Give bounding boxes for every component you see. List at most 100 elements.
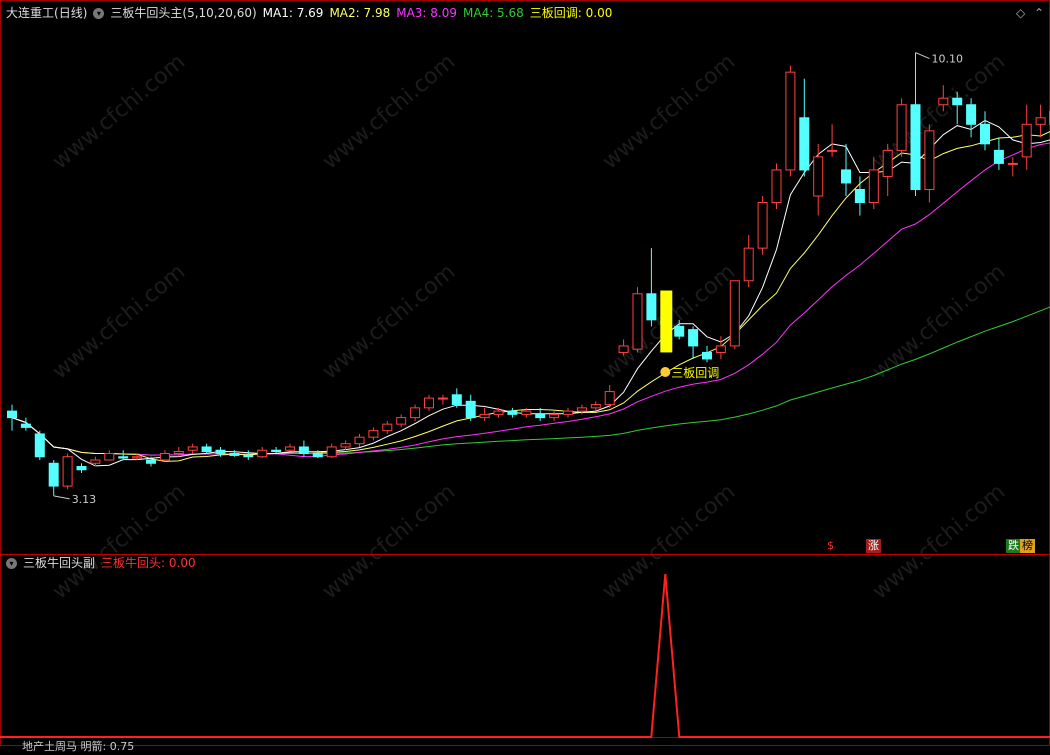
candle-body [312, 452, 323, 458]
collapse-icon[interactable]: ⌃ [1034, 6, 1044, 20]
candle-body [563, 410, 573, 415]
candle-body [243, 454, 254, 458]
candle-body [924, 130, 935, 190]
candle-body [271, 449, 282, 453]
watermark-text: www.cfchi.com [598, 49, 740, 174]
candle-body [813, 156, 824, 197]
sub-indicator-value: 三板牛回头: 0.00 [101, 556, 196, 570]
chart-canvas[interactable]: www.cfchi.com www.cfchi.com www.cfchi.com w… [0, 0, 1050, 746]
candle-body [535, 413, 546, 419]
indicator-name[interactable]: 三板牛回头主 [110, 5, 182, 21]
diamond-icon[interactable]: ◇ [1016, 6, 1025, 20]
high-marker-label: 10.10 [932, 53, 964, 66]
candle-body [1035, 117, 1046, 125]
candle-body [827, 149, 838, 152]
candle-body [604, 391, 615, 406]
candle-body [521, 410, 532, 415]
candle-body [354, 436, 365, 445]
dollar-badge[interactable]: $ [825, 539, 836, 553]
legend-ma4: MA4: 5.68 [463, 6, 524, 20]
candle-body [229, 452, 240, 456]
candle-body [688, 329, 699, 347]
candle-body [1007, 162, 1018, 165]
watermark-text: www.cfchi.com [318, 259, 460, 384]
up-badge[interactable]: 涨 [866, 539, 881, 553]
sub-indicator-name[interactable]: 三板牛回头副 [23, 555, 95, 571]
legend-ma2: MA2: 7.98 [329, 6, 391, 20]
candle-body [493, 410, 504, 415]
stock-name[interactable]: 大连重工 [6, 5, 54, 21]
high-marker-arrow [915, 52, 930, 60]
candle-body [576, 407, 587, 412]
rank-badge[interactable]: 榜 [1020, 539, 1035, 553]
candle-body [396, 417, 407, 425]
indicator-settings-icon[interactable]: ▾ [93, 7, 105, 19]
legend-ma1: MA1: 7.69 [262, 6, 324, 20]
sub-panel-header: ▾ 三板牛回头副 三板牛回头: 0.00 [6, 555, 196, 571]
legend-signal: 三板回调: 0.00 [529, 6, 613, 20]
candle-body [910, 104, 921, 190]
legend-ma3: MA3: 8.09 [396, 6, 457, 20]
candle-body [785, 71, 796, 171]
candle-body [882, 149, 893, 177]
candle-body [173, 451, 184, 454]
candle-body [201, 446, 212, 453]
watermark-text: www.cfchi.com [48, 479, 190, 604]
candle-body [868, 169, 879, 204]
watermark-text: www.cfchi.com [868, 479, 1010, 604]
candle-body [437, 397, 448, 400]
signal-bar [660, 290, 673, 353]
signal-label: 三板回调 [671, 366, 719, 380]
candle-body [118, 456, 129, 459]
candle-body [215, 449, 226, 454]
candle-body [424, 397, 434, 409]
candle-body [382, 423, 393, 432]
candle-body [285, 446, 295, 451]
candle-body [702, 351, 712, 360]
candle-body [34, 433, 45, 458]
candle-body [146, 459, 156, 464]
sub-indicator-settings-icon[interactable]: ▾ [6, 557, 17, 569]
period-label[interactable]: (日线) [54, 5, 87, 21]
candle-body [743, 247, 754, 282]
candle-body [799, 117, 810, 171]
candle-body [368, 430, 379, 438]
down-badge[interactable]: 跌 [1006, 539, 1021, 553]
candle-body [952, 97, 963, 106]
candle-body [451, 394, 462, 406]
main-panel-header: 大连重工 (日线) ▾ 三板牛回头主 (5,10,20,60) MA1: 7.6… [6, 5, 612, 21]
candle-body [729, 280, 740, 347]
candle-body [132, 456, 143, 459]
candle-body [549, 413, 560, 419]
candle-body [479, 413, 490, 419]
watermark-text: www.cfchi.com [48, 49, 190, 174]
watermark-text: www.cfchi.com [318, 479, 460, 604]
candle-body [674, 325, 685, 337]
candle-body [966, 104, 977, 125]
candle-body [632, 293, 643, 350]
candle-body [841, 169, 851, 184]
watermark-text: www.cfchi.com [48, 259, 190, 384]
indicator-params: (5,10,20,60) [182, 6, 257, 20]
candle-body [854, 188, 865, 204]
candle-body [90, 459, 101, 464]
candle-body [104, 452, 115, 461]
candle-body [187, 446, 198, 451]
watermark-text: www.cfchi.com [318, 49, 460, 174]
candle-body [938, 97, 949, 106]
low-marker-label: 3.13 [72, 493, 97, 506]
candle-body [590, 404, 601, 409]
candle-body [20, 423, 31, 428]
candle-body [715, 345, 726, 353]
candle-body [507, 410, 518, 415]
sub-indicator-line [0, 573, 1050, 738]
candle-body [159, 452, 170, 461]
candle-body [62, 456, 73, 487]
candle-body [757, 202, 768, 249]
candle-body [48, 462, 59, 487]
candle-body [646, 293, 657, 321]
candle-body [980, 123, 990, 145]
signal-dot [660, 367, 671, 377]
candle-body [7, 410, 17, 419]
candle-body [771, 169, 782, 204]
